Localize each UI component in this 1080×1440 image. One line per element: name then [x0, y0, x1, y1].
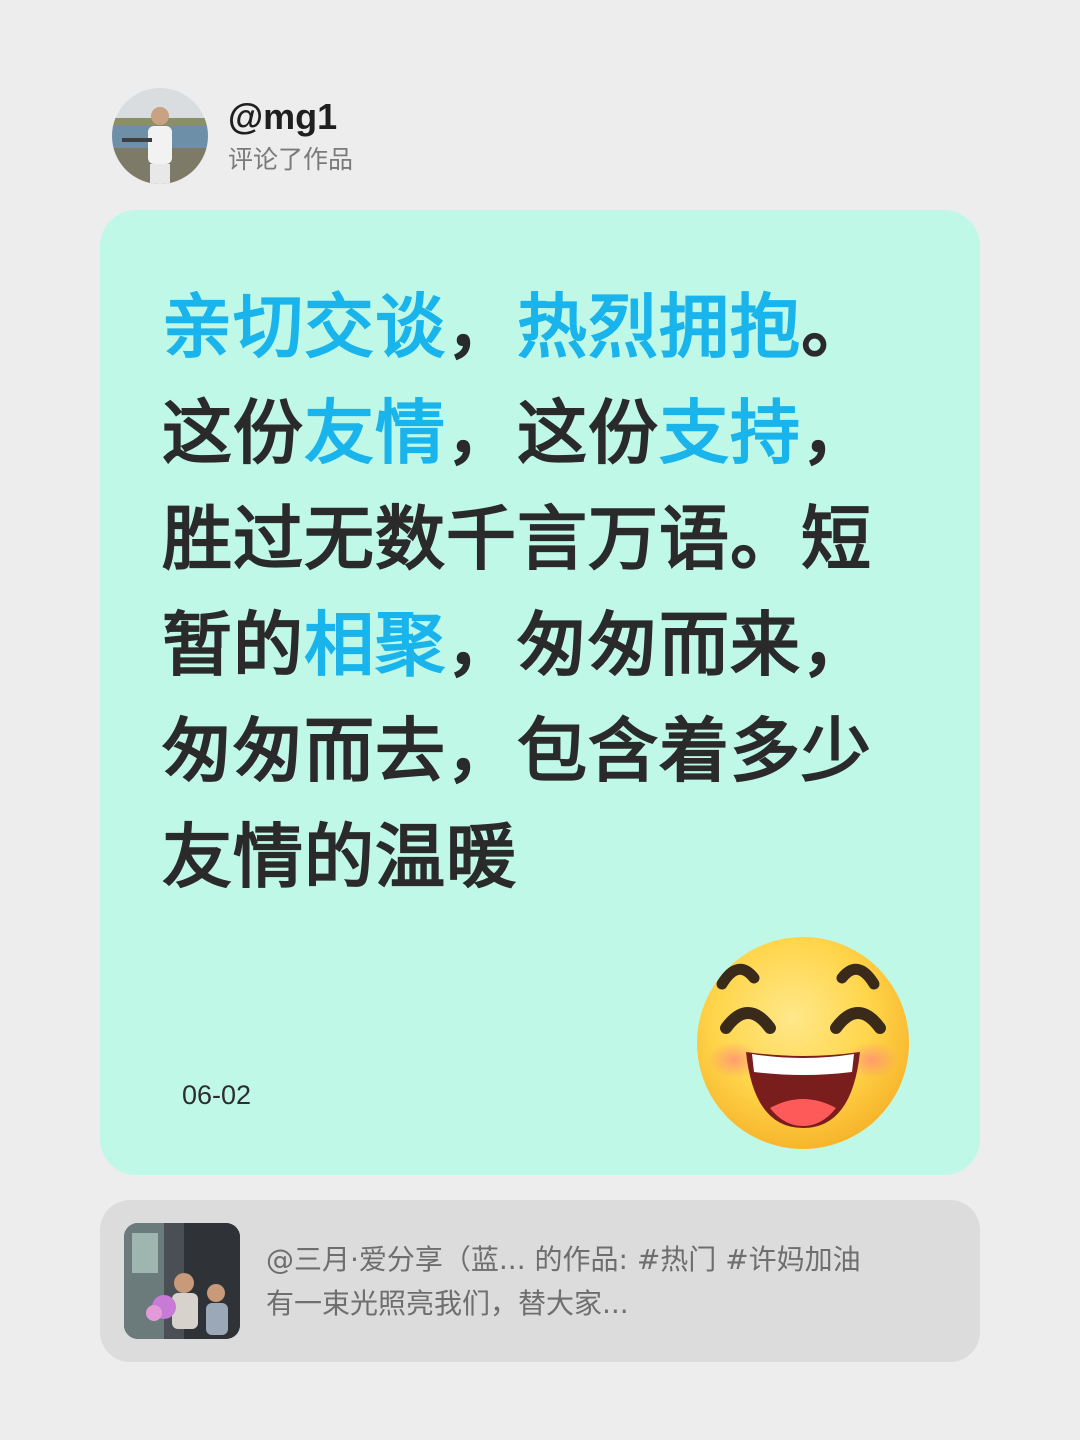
- comment-text: 亲切交谈，热烈拥抱。 这份友情，这份支持， 胜过无数千言万语。短 暂的相聚，匆匆而来，…: [162, 274, 932, 910]
- comment-date: 06-02: [182, 1080, 252, 1110]
- highlighted-text: 相聚: [304, 604, 446, 686]
- highlighted-text: 友情: [304, 392, 446, 474]
- comment-line: 胜过无数千言万语。短: [162, 486, 932, 592]
- comment-card[interactable]: 亲切交谈，热烈拥抱。 这份友情，这份支持， 胜过无数千言万语。短 暂的相聚，匆匆而来，…: [100, 210, 980, 1175]
- username[interactable]: @mg1: [228, 95, 353, 139]
- comment-text-segment: ，匆匆而来，: [446, 604, 872, 686]
- comment-text-segment: 。: [801, 286, 872, 368]
- comment-line: 友情的温暖: [162, 804, 932, 910]
- highlighted-text: 支持: [659, 392, 801, 474]
- comment-line: 亲切交谈，热烈拥抱。: [162, 274, 932, 380]
- highlighted-text: 亲切交谈: [162, 286, 446, 368]
- comment-text-segment: 胜过无数千言万语。短: [162, 498, 872, 580]
- avatar-photo: [112, 88, 208, 184]
- comment-text-segment: 暂的: [162, 604, 304, 686]
- comment-text-segment: ，: [801, 392, 872, 474]
- comment-text-segment: ，: [446, 286, 517, 368]
- referenced-work-text: @三月·爱分享（蓝... 的作品: #热门 #许妈加油 有一束光照亮我们，替大家…: [266, 1238, 946, 1326]
- comment-line: 匆匆而去，包含着多少: [162, 698, 932, 804]
- referenced-work-description: 有一束光照亮我们，替大家...: [266, 1287, 629, 1320]
- action-label: 评论了作品: [228, 145, 354, 174]
- comment-header: @mg1 评论了作品: [112, 88, 353, 184]
- highlighted-text: 热烈拥抱: [517, 286, 801, 368]
- comment-line: 暂的相聚，匆匆而来，: [162, 592, 932, 698]
- grinning-face-icon: [697, 937, 909, 1149]
- referenced-work-card[interactable]: @三月·爱分享（蓝... 的作品: #热门 #许妈加油 有一束光照亮我们，替大家…: [100, 1200, 980, 1362]
- work-thumbnail-photo: [124, 1223, 240, 1339]
- comment-text-segment: 匆匆而去，包含着多少: [162, 710, 872, 792]
- comment-text-segment: ，这份: [446, 392, 659, 474]
- avatar[interactable]: [112, 88, 208, 184]
- comment-text-segment: 友情的温暖: [162, 816, 517, 898]
- referenced-work-title: @三月·爱分享（蓝... 的作品: #热门 #许妈加油: [266, 1243, 861, 1276]
- work-thumbnail[interactable]: [124, 1223, 240, 1339]
- comment-line: 这份友情，这份支持，: [162, 380, 932, 486]
- comment-text-segment: 这份: [162, 392, 304, 474]
